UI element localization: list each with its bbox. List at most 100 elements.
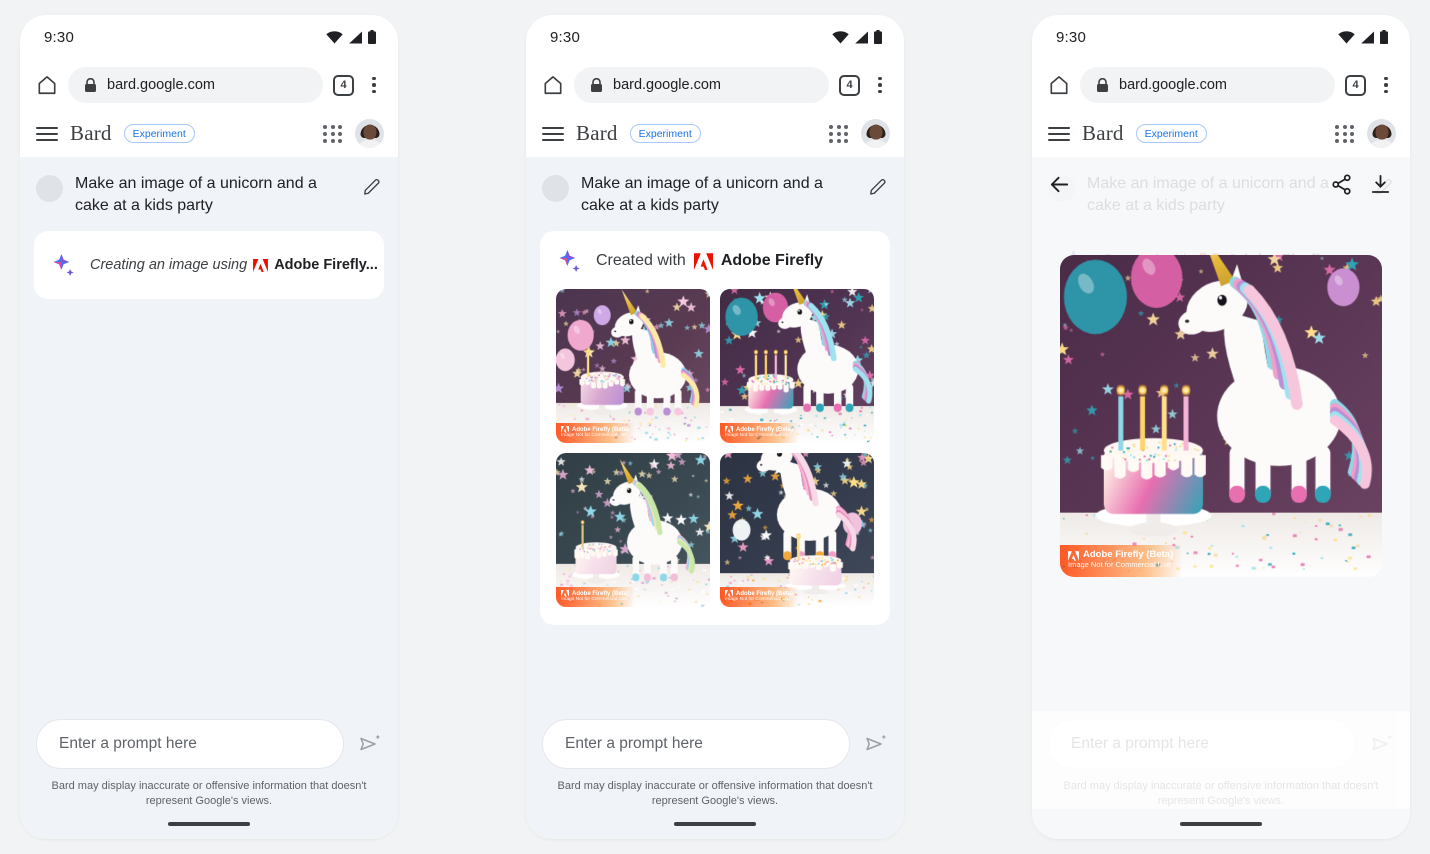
generating-label-wrap: Creating an image using Adobe Firefly... [90,257,378,273]
tab-count-button[interactable]: 4 [333,74,354,96]
address-bar[interactable]: bard.google.com [574,67,829,103]
status-clock: 9:30 [1056,28,1086,46]
tab-count-button[interactable]: 4 [1345,74,1366,96]
battery-icon [368,30,376,44]
hamburger-icon[interactable] [1048,126,1070,141]
avatar [542,175,569,202]
status-bar: 9:30 [20,15,398,59]
status-bar: 9:30 [1032,15,1410,59]
adobe-logo-icon [253,258,269,272]
brand-title: Bard [1082,121,1124,145]
user-prompt-row: Make an image of a unicorn and a cake at… [20,157,398,231]
browser-chrome: bard.google.com 4 [526,59,904,111]
overflow-menu-icon[interactable] [364,74,384,96]
disclaimer-text: Bard may display inaccurate or offensive… [1032,769,1410,809]
prompt-input[interactable]: Enter a prompt here [36,719,344,769]
home-indicator [1180,822,1262,826]
address-bar-url: bard.google.com [107,77,216,93]
send-sparkle-icon [1372,734,1393,751]
home-icon[interactable] [542,74,564,96]
bard-app-bar: Bard Experiment [526,111,904,157]
adobe-logo-icon [693,252,713,270]
send-sparkle-icon[interactable] [864,732,888,756]
experiment-badge: Experiment [123,124,195,143]
screenshot-stage: 9:30 bard.google.com 4 Bard Experiment M… [0,0,1430,854]
image-results-grid: Adobe Firefly (Beta) Image Not for Comme… [556,289,874,607]
home-icon[interactable] [1048,74,1070,96]
avatar[interactable] [861,119,890,148]
composer-bar: Enter a prompt here [526,711,904,769]
generating-label: Creating an image using [90,257,248,273]
hamburger-icon[interactable] [36,126,58,141]
share-icon[interactable] [1330,173,1353,196]
pencil-edit-icon[interactable] [362,176,382,196]
overflow-menu-icon[interactable] [870,74,890,96]
expanded-image-layer: Adobe Firefly (Beta) Image Not for Comme… [1046,255,1396,577]
conversation-area: Make an image of a unicorn and a cake at… [1032,157,1410,711]
composer-bar: Enter a prompt here [1032,711,1410,769]
status-icon-group [832,30,882,44]
browser-chrome: bard.google.com 4 [1032,59,1410,111]
prompt-input: Enter a prompt here [1048,719,1356,769]
address-bar-url: bard.google.com [1119,77,1228,93]
conversation-area: Make an image of a unicorn and a cake at… [20,157,398,711]
image-result-1[interactable]: Adobe Firefly (Beta) Image Not for Comme… [556,289,710,443]
results-head: Created with Adobe Firefly [556,247,874,275]
user-prompt-row: Make an image of a unicorn and a cake at… [526,157,904,231]
back-arrow-icon[interactable] [1048,173,1071,196]
bard-app-bar: Bard Experiment [1032,111,1410,157]
send-sparkle-icon[interactable] [358,732,382,756]
phone-panel-loading: 9:30 bard.google.com 4 Bard Experiment M… [20,15,398,839]
google-apps-grid-icon[interactable] [1335,124,1355,143]
lock-icon [1097,77,1108,92]
tab-count-button[interactable]: 4 [839,74,860,96]
signal-icon [855,31,868,43]
experiment-badge: Experiment [629,124,701,143]
address-bar-url: bard.google.com [613,77,722,93]
created-with-brand: Adobe Firefly [720,252,824,269]
image-result-4[interactable]: Adobe Firefly (Beta) Image Not for Comme… [720,453,874,607]
status-icon-group [1338,30,1388,44]
home-indicator [674,822,756,826]
composer-bar: Enter a prompt here [20,711,398,769]
image-result-3[interactable]: Adobe Firefly (Beta) Image Not for Comme… [556,453,710,607]
generating-brand: Adobe Firefly... [274,257,378,273]
wifi-icon [326,30,343,43]
hamburger-icon[interactable] [542,126,564,141]
lock-icon [85,77,96,92]
home-indicator-wrap [1032,809,1410,839]
avatar[interactable] [355,119,384,148]
created-with-label: Created with [596,252,686,269]
generating-response-card: Creating an image using Adobe Firefly... [34,231,384,299]
image-viewer-toolbar [1032,157,1410,211]
avatar[interactable] [1367,119,1396,148]
address-bar[interactable]: bard.google.com [1080,67,1335,103]
created-with-label-wrap: Created with Adobe Firefly [596,252,823,270]
overflow-menu-icon[interactable] [1376,74,1396,96]
avatar [36,175,63,202]
google-apps-grid-icon[interactable] [323,124,343,143]
address-bar[interactable]: bard.google.com [68,67,323,103]
user-prompt-text: Make an image of a unicorn and a cake at… [75,175,317,214]
expanded-image[interactable]: Adobe Firefly (Beta) Image Not for Comme… [1060,255,1382,577]
prompt-input[interactable]: Enter a prompt here [542,719,850,769]
lock-icon [591,77,602,92]
phone-panel-results: 9:30 bard.google.com 4 Bard Experiment M… [526,15,904,839]
signal-icon [1361,31,1374,43]
browser-chrome: bard.google.com 4 [20,59,398,111]
signal-icon [349,31,362,43]
home-indicator-wrap [20,809,398,839]
download-icon[interactable] [1369,173,1392,196]
conversation-area: Make an image of a unicorn and a cake at… [526,157,904,711]
bard-sparkle-icon [53,254,74,276]
bard-sparkle-icon [559,250,580,272]
google-apps-grid-icon[interactable] [829,124,849,143]
pencil-edit-icon[interactable] [868,176,888,196]
wifi-icon [1338,30,1355,43]
brand-title: Bard [576,121,618,145]
disclaimer-text: Bard may display inaccurate or offensive… [526,769,904,809]
home-icon[interactable] [36,74,58,96]
image-result-2[interactable]: Adobe Firefly (Beta) Image Not for Comme… [720,289,874,443]
home-indicator [168,822,250,826]
home-indicator-wrap [526,809,904,839]
